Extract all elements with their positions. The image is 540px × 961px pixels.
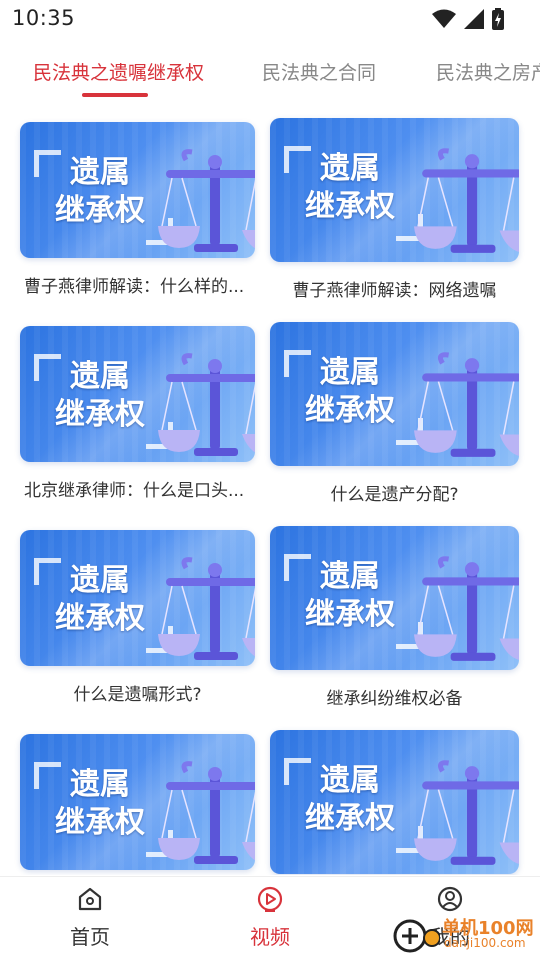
status-bar: 10:35: [0, 0, 540, 40]
nav-video[interactable]: 视频: [210, 885, 330, 950]
tab-property[interactable]: 民法典之房产: [436, 58, 540, 85]
wifi-icon: [432, 9, 456, 28]
video-card[interactable]: 遗属 继承权: [20, 734, 255, 875]
video-caption[interactable]: 曹子燕律师解读：什么样的...: [20, 272, 255, 297]
category-tabs: 民法典之遗嘱继承权 民法典之合同 民法典之房产: [0, 52, 540, 98]
signal-icon: [464, 9, 484, 29]
thumbnail-title: 遗属 继承权: [55, 155, 145, 228]
video-thumbnail[interactable]: 遗属 继承权: [20, 122, 255, 258]
video-caption[interactable]: 继承纠纷维权必备: [270, 684, 519, 709]
nav-video-label: 视频: [250, 925, 290, 949]
video-caption[interactable]: 北京继承律师：什么是口头...: [20, 476, 255, 501]
tab-will-inheritance[interactable]: 民法典之遗嘱继承权: [33, 58, 204, 85]
video-caption[interactable]: 曹子燕律师解读：网络遗嘱: [270, 276, 519, 301]
thumbnail-title: 遗属 继承权: [305, 355, 395, 428]
justice-scale-icon: [158, 761, 255, 864]
status-time: 10:35: [12, 6, 76, 30]
thumbnail-title: 遗属 继承权: [55, 359, 145, 432]
video-card[interactable]: 遗属 继承权 曹子燕律师解读：什么样的...: [20, 122, 255, 297]
nav-home[interactable]: 首页: [30, 885, 150, 950]
video-card[interactable]: 遗属 继承权: [270, 730, 519, 875]
video-thumbnail[interactable]: 遗属 继承权: [270, 730, 519, 874]
video-thumbnail[interactable]: 遗属 继承权: [270, 322, 519, 466]
video-card[interactable]: 遗属 继承权 继承纠纷维权必备: [270, 526, 519, 709]
justice-scale-icon: [414, 556, 519, 661]
battery-icon: [492, 8, 504, 30]
thumbnail-title: 遗属 继承权: [55, 563, 145, 636]
thumbnail-title: 遗属 继承权: [305, 763, 395, 836]
watermark-url: danji100.com: [444, 936, 526, 950]
tab-contract[interactable]: 民法典之合同: [262, 58, 376, 85]
status-icons: [432, 8, 504, 30]
justice-scale-icon: [158, 353, 255, 456]
video-card[interactable]: 遗属 继承权 什么是遗嘱形式?: [20, 530, 255, 705]
active-tab-indicator: [82, 93, 148, 97]
home-icon: [78, 887, 102, 911]
justice-scale-icon: [158, 557, 255, 660]
justice-scale-icon: [158, 149, 255, 252]
video-thumbnail[interactable]: 遗属 继承权: [270, 118, 519, 262]
profile-icon: [437, 886, 463, 912]
video-card[interactable]: 遗属 继承权 北京继承律师：什么是口头...: [20, 326, 255, 501]
video-thumbnail[interactable]: 遗属 继承权: [270, 526, 519, 670]
thumbnail-title: 遗属 继承权: [55, 767, 145, 840]
video-thumbnail[interactable]: 遗属 继承权: [20, 326, 255, 462]
watermark-logo-icon: [393, 919, 440, 953]
justice-scale-icon: [414, 760, 519, 865]
video-grid: 遗属 继承权 曹子燕律师解读：什么样的... 遗属 继承权 曹子燕律师解读：网络…: [0, 110, 540, 875]
video-caption[interactable]: 什么是遗产分配?: [270, 480, 519, 505]
video-caption[interactable]: 什么是遗嘱形式?: [20, 680, 255, 705]
justice-scale-icon: [414, 352, 519, 457]
video-card[interactable]: 遗属 继承权 曹子燕律师解读：网络遗嘱: [270, 118, 519, 301]
thumbnail-title: 遗属 继承权: [305, 559, 395, 632]
video-thumbnail[interactable]: 遗属 继承权: [20, 530, 255, 666]
play-icon: [257, 886, 283, 912]
video-thumbnail[interactable]: 遗属 继承权: [20, 734, 255, 870]
video-card[interactable]: 遗属 继承权 什么是遗产分配?: [270, 322, 519, 505]
thumbnail-title: 遗属 继承权: [305, 151, 395, 224]
justice-scale-icon: [414, 148, 519, 253]
site-watermark: 单机100网 danji100.com: [392, 912, 540, 958]
nav-home-label: 首页: [70, 925, 110, 949]
